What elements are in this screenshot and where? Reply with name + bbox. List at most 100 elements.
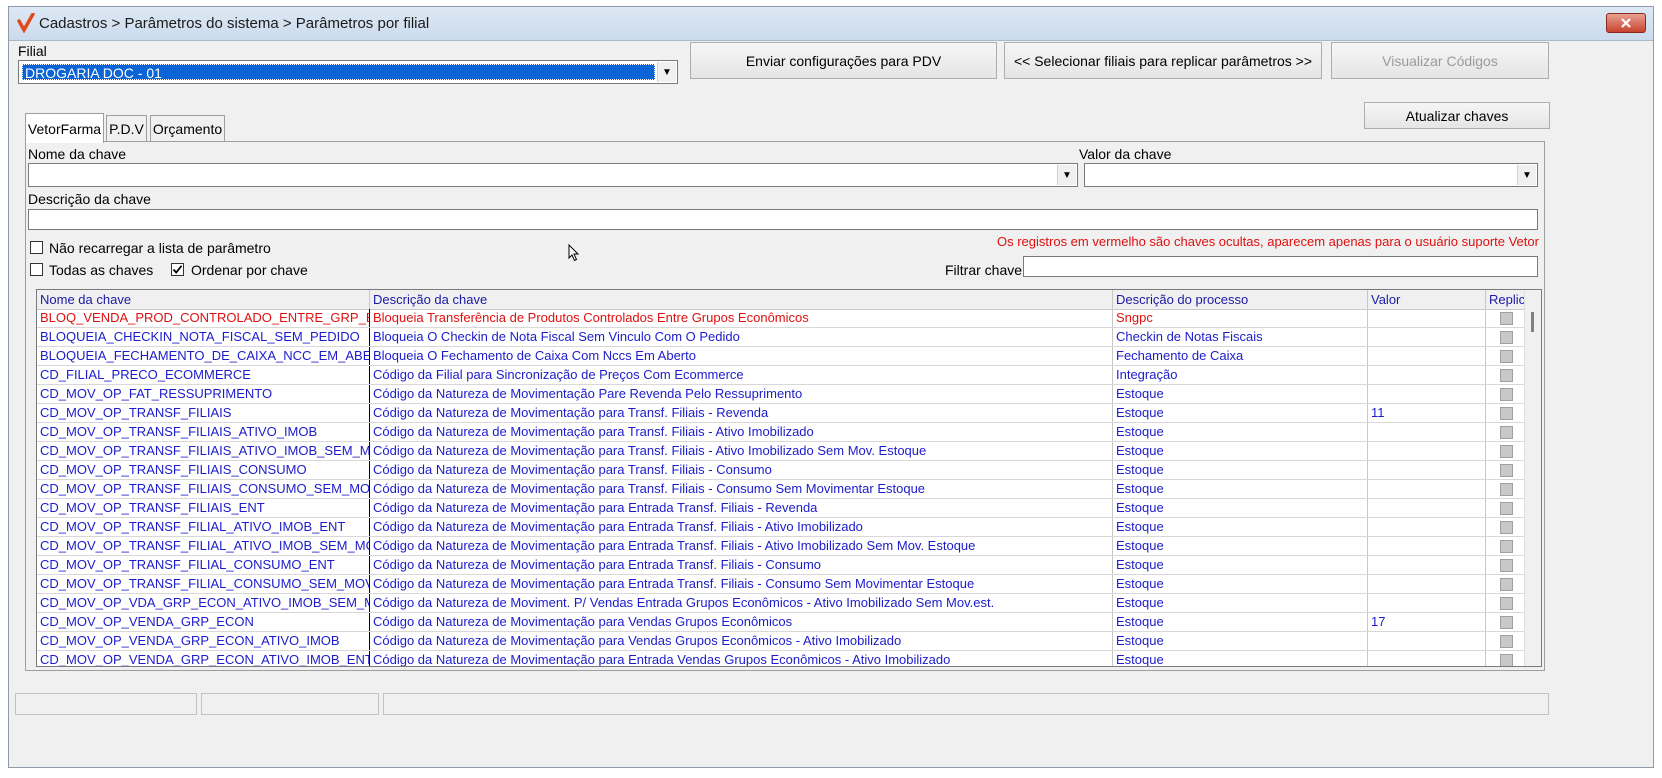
column-header-value[interactable]: Valor — [1368, 290, 1486, 309]
cell-key-name[interactable]: CD_MOV_OP_TRANSF_FILIAIS_CONSUMO_SEM_MOV — [37, 480, 370, 498]
cell-key-description[interactable]: Código da Natureza de Movimentação para … — [370, 556, 1113, 574]
cell-process[interactable]: Estoque — [1113, 385, 1368, 403]
cell-key-description[interactable]: Código da Natureza de Movimentação para … — [370, 632, 1113, 650]
cell-value[interactable] — [1368, 651, 1486, 666]
replicate-checkbox[interactable] — [1500, 388, 1513, 401]
cell-key-name[interactable]: CD_MOV_OP_TRANSF_FILIAL_ATIVO_IMOB_ENT — [37, 518, 370, 536]
replicate-checkbox[interactable] — [1500, 559, 1513, 572]
cell-value[interactable] — [1368, 632, 1486, 650]
cell-value[interactable] — [1368, 461, 1486, 479]
cell-process[interactable]: Estoque — [1113, 423, 1368, 441]
select-branches-button[interactable]: << Selecionar filiais para replicar parâ… — [1004, 42, 1322, 79]
cell-key-description[interactable]: Bloqueia Transferência de Produtos Contr… — [370, 309, 1113, 327]
cell-key-description[interactable]: Código da Natureza de Movimentação para … — [370, 575, 1113, 593]
column-header-process[interactable]: Descrição do processo — [1113, 290, 1368, 309]
key-description-input[interactable] — [28, 209, 1538, 230]
table-row[interactable]: CD_MOV_OP_VENDA_GRP_ECON_ATIVO_IMOB_ENT C… — [37, 651, 1527, 666]
tab-pdv[interactable]: P.D.V — [106, 115, 147, 141]
vertical-scrollbar[interactable] — [1524, 290, 1541, 666]
cell-key-name[interactable]: CD_MOV_OP_VENDA_GRP_ECON_ATIVO_IMOB — [37, 632, 370, 650]
replicate-checkbox[interactable] — [1500, 597, 1513, 610]
cell-key-name[interactable]: CD_MOV_OP_TRANSF_FILIAIS_ENT — [37, 499, 370, 517]
table-row[interactable]: CD_MOV_OP_TRANSF_FILIAIS_ATIVO_IMOB Códig… — [37, 423, 1527, 442]
table-row[interactable]: CD_MOV_OP_TRANSF_FILIAIS_CONSUMO_SEM_MOV… — [37, 480, 1527, 499]
cell-key-name[interactable]: BLOQUEIA_CHECKIN_NOTA_FISCAL_SEM_PEDIDO — [37, 328, 370, 346]
cell-value[interactable] — [1368, 309, 1486, 327]
cell-value[interactable] — [1368, 537, 1486, 555]
cell-process[interactable]: Estoque — [1113, 499, 1368, 517]
cell-process[interactable]: Integração — [1113, 366, 1368, 384]
cell-process[interactable]: Estoque — [1113, 651, 1368, 666]
cell-key-description[interactable]: Código da Natureza de Movimentação para … — [370, 461, 1113, 479]
cell-key-description[interactable]: Código da Natureza de Moviment. P/ Venda… — [370, 594, 1113, 612]
table-row[interactable]: CD_MOV_OP_TRANSF_FILIAL_ATIVO_IMOB_ENT Có… — [37, 518, 1527, 537]
chevron-down-icon[interactable]: ▼ — [657, 62, 676, 82]
cell-value[interactable]: 11 — [1368, 404, 1486, 422]
tab-vetorfarma[interactable]: VetorFarma — [25, 113, 104, 143]
cell-process[interactable]: Estoque — [1113, 613, 1368, 631]
cell-key-description[interactable]: Código da Natureza de Movimentação Pare … — [370, 385, 1113, 403]
cell-value[interactable] — [1368, 347, 1486, 365]
table-row[interactable]: CD_MOV_OP_TRANSF_FILIAL_CONSUMO_ENT Códig… — [37, 556, 1527, 575]
table-row[interactable]: CD_MOV_OP_TRANSF_FILIAIS Código da Nature… — [37, 404, 1527, 423]
column-header-key-description[interactable]: Descrição da chave — [370, 290, 1113, 309]
cell-key-description[interactable]: Bloqueia O Fechamento de Caixa Com Nccs … — [370, 347, 1113, 365]
key-value-select[interactable]: ▼ — [1084, 163, 1538, 187]
parameters-grid[interactable]: Nome da chave Descrição da chave Descriç… — [36, 289, 1542, 667]
replicate-checkbox[interactable] — [1500, 483, 1513, 496]
cell-key-name[interactable]: BLOQUEIA_FECHAMENTO_DE_CAIXA_NCC_EM_ABER… — [37, 347, 370, 365]
table-row[interactable]: BLOQUEIA_FECHAMENTO_DE_CAIXA_NCC_EM_ABER… — [37, 347, 1527, 366]
cell-key-name[interactable]: CD_MOV_OP_TRANSF_FILIAIS_CONSUMO — [37, 461, 370, 479]
cell-value[interactable] — [1368, 499, 1486, 517]
cell-process[interactable]: Estoque — [1113, 556, 1368, 574]
scrollbar-thumb[interactable] — [1531, 312, 1534, 332]
cell-process[interactable]: Estoque — [1113, 518, 1368, 536]
table-row[interactable]: CD_MOV_OP_TRANSF_FILIAIS_CONSUMO Código d… — [37, 461, 1527, 480]
view-codes-button[interactable]: Visualizar Códigos — [1331, 42, 1549, 79]
replicate-checkbox[interactable] — [1500, 521, 1513, 534]
cell-process[interactable]: Estoque — [1113, 575, 1368, 593]
sort-by-key-checkbox[interactable] — [171, 263, 184, 276]
cell-key-description[interactable]: Código da Filial para Sincronização de P… — [370, 366, 1113, 384]
column-header-replicate[interactable]: Replic — [1486, 290, 1527, 309]
refresh-keys-button[interactable]: Atualizar chaves — [1364, 102, 1550, 129]
table-row[interactable]: CD_MOV_OP_TRANSF_FILIAIS_ATIVO_IMOB_SEM_… — [37, 442, 1527, 461]
table-row[interactable]: CD_MOV_OP_VENDA_GRP_ECON_ATIVO_IMOB Códig… — [37, 632, 1527, 651]
cell-key-name[interactable]: BLOQ_VENDA_PROD_CONTROLADO_ENTRE_GRP_ECO… — [37, 309, 370, 327]
key-name-select[interactable]: ▼ — [28, 163, 1078, 187]
table-row[interactable]: CD_MOV_OP_VDA_GRP_ECON_ATIVO_IMOB_SEM_MO… — [37, 594, 1527, 613]
cell-process[interactable]: Estoque — [1113, 537, 1368, 555]
table-row[interactable]: CD_MOV_OP_FAT_RESSUPRIMENTO Código da Nat… — [37, 385, 1527, 404]
cell-process[interactable]: Estoque — [1113, 404, 1368, 422]
cell-key-description[interactable]: Código da Natureza de Movimentação para … — [370, 499, 1113, 517]
cell-value[interactable] — [1368, 442, 1486, 460]
cell-value[interactable] — [1368, 328, 1486, 346]
cell-value[interactable] — [1368, 575, 1486, 593]
cell-value[interactable] — [1368, 556, 1486, 574]
cell-key-description[interactable]: Código da Natureza de Movimentação para … — [370, 423, 1113, 441]
chevron-down-icon[interactable]: ▼ — [1517, 165, 1536, 185]
cell-value[interactable]: 17 — [1368, 613, 1486, 631]
cell-process[interactable]: Estoque — [1113, 594, 1368, 612]
table-row[interactable]: CD_MOV_OP_VENDA_GRP_ECON Código da Nature… — [37, 613, 1527, 632]
table-row[interactable]: CD_FILIAL_PRECO_ECOMMERCE Código da Filia… — [37, 366, 1527, 385]
cell-key-name[interactable]: CD_MOV_OP_FAT_RESSUPRIMENTO — [37, 385, 370, 403]
cell-process[interactable]: Sngpc — [1113, 309, 1368, 327]
cell-process[interactable]: Checkin de Notas Fiscais — [1113, 328, 1368, 346]
replicate-checkbox[interactable] — [1500, 445, 1513, 458]
replicate-checkbox[interactable] — [1500, 464, 1513, 477]
cell-process[interactable]: Estoque — [1113, 632, 1368, 650]
cell-key-description[interactable]: Bloqueia O Checkin de Nota Fiscal Sem Vi… — [370, 328, 1113, 346]
table-row[interactable]: CD_MOV_OP_TRANSF_FILIAIS_ENT Código da Na… — [37, 499, 1527, 518]
cell-process[interactable]: Estoque — [1113, 480, 1368, 498]
cell-key-name[interactable]: CD_FILIAL_PRECO_ECOMMERCE — [37, 366, 370, 384]
replicate-checkbox[interactable] — [1500, 369, 1513, 382]
cell-process[interactable]: Fechamento de Caixa — [1113, 347, 1368, 365]
replicate-checkbox[interactable] — [1500, 578, 1513, 591]
cell-key-name[interactable]: CD_MOV_OP_VENDA_GRP_ECON — [37, 613, 370, 631]
table-row[interactable]: CD_MOV_OP_TRANSF_FILIAL_ATIVO_IMOB_SEM_M… — [37, 537, 1527, 556]
cell-key-description[interactable]: Código da Natureza de Movimentação para … — [370, 518, 1113, 536]
filial-select[interactable]: DROGARIA DOC - 01 ▼ — [18, 60, 678, 84]
replicate-checkbox[interactable] — [1500, 331, 1513, 344]
replicate-checkbox[interactable] — [1500, 540, 1513, 553]
